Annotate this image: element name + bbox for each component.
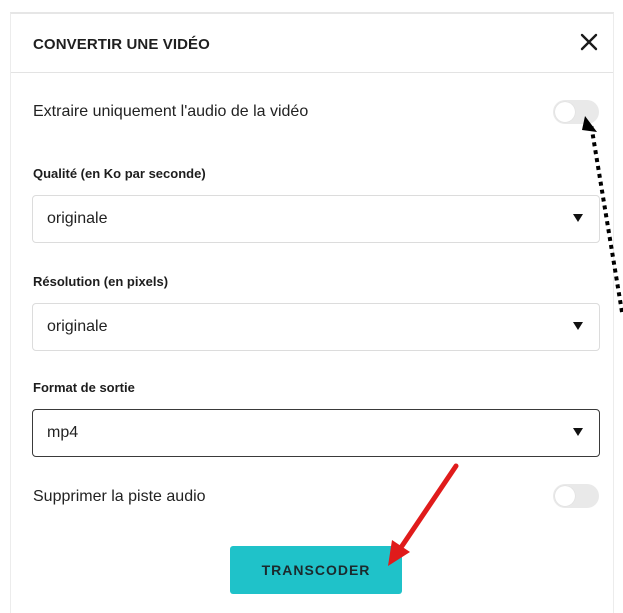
quality-label: Qualité (en Ko par seconde) bbox=[33, 166, 206, 181]
dialog-header: CONVERTIR UNE VIDÉO bbox=[11, 14, 613, 73]
toggle-knob bbox=[555, 102, 575, 122]
transcoder-button[interactable]: TRANSCODER bbox=[230, 546, 402, 594]
resolution-value: originale bbox=[47, 318, 108, 335]
caret-down-icon bbox=[573, 214, 583, 222]
remove-audio-toggle[interactable] bbox=[553, 484, 599, 508]
toggle-knob bbox=[555, 486, 575, 506]
format-select[interactable]: mp4 bbox=[32, 409, 600, 457]
close-icon[interactable] bbox=[577, 30, 601, 54]
caret-down-icon bbox=[573, 322, 583, 330]
quality-select[interactable]: originale bbox=[32, 195, 600, 243]
resolution-label: Résolution (en pixels) bbox=[33, 274, 169, 289]
quality-value: originale bbox=[47, 210, 108, 227]
convert-video-dialog: CONVERTIR UNE VIDÉO Extraire uniquement … bbox=[10, 12, 614, 613]
resolution-select[interactable]: originale bbox=[32, 303, 600, 351]
extract-audio-toggle[interactable] bbox=[553, 100, 599, 124]
format-value: mp4 bbox=[47, 424, 79, 441]
extract-audio-label: Extraire uniquement l'audio de la vidéo bbox=[33, 103, 309, 120]
caret-down-icon bbox=[573, 428, 583, 436]
dialog-title: CONVERTIR UNE VIDÉO bbox=[33, 36, 210, 53]
remove-audio-label: Supprimer la piste audio bbox=[33, 488, 206, 505]
format-label: Format de sortie bbox=[33, 380, 135, 395]
